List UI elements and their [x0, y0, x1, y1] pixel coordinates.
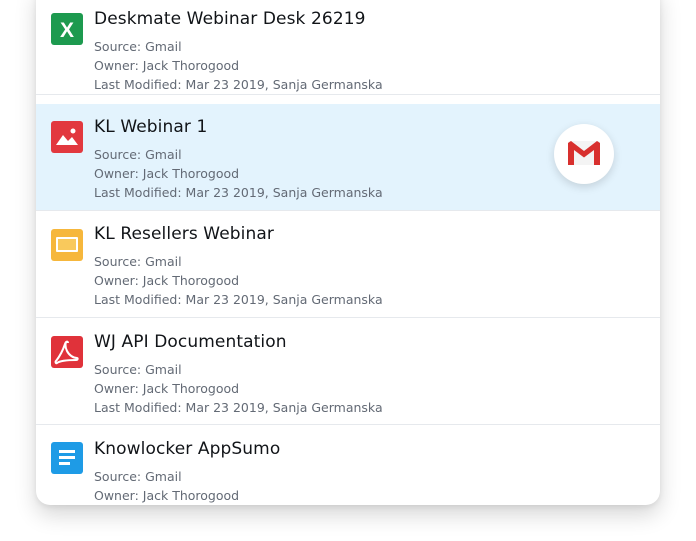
file-title: WJ API Documentation: [94, 332, 287, 352]
document-icon: [51, 442, 83, 474]
slides-icon: [51, 229, 83, 261]
list-item-deskmate[interactable]: X Deskmate Webinar Desk 26219 Source: Gm…: [36, 0, 660, 95]
file-list-card: X Deskmate Webinar Desk 26219 Source: Gm…: [36, 0, 660, 505]
file-source: Source: Gmail: [94, 469, 182, 484]
file-owner: Owner: Jack Thorogood: [94, 273, 240, 288]
svg-text:X: X: [60, 19, 74, 42]
file-owner: Owner: Jack Thorogood: [94, 166, 240, 181]
file-last-modified: Last Modified: Mar 23 2019, Sanja German…: [94, 400, 383, 415]
file-title: Knowlocker AppSumo: [94, 439, 281, 459]
list-item-wj-api[interactable]: WJ API Documentation Source: Gmail Owner…: [36, 318, 660, 425]
gmail-icon: [568, 141, 600, 165]
image-icon: [51, 121, 83, 153]
file-last-modified: Last Modified: Mar 23 2019, Sanja German…: [94, 292, 383, 307]
list-item-kl-resellers[interactable]: KL Resellers Webinar Source: Gmail Owner…: [36, 211, 660, 318]
list-item-kl-webinar-1[interactable]: KL Webinar 1 Source: Gmail Owner: Jack T…: [36, 104, 660, 211]
file-title: KL Webinar 1: [94, 117, 208, 137]
file-source: Source: Gmail: [94, 39, 182, 54]
file-title: Deskmate Webinar Desk 26219: [94, 9, 366, 29]
list-item-knowlocker[interactable]: Knowlocker AppSumo Source: Gmail Owner: …: [36, 426, 660, 505]
file-owner: Owner: Jack Thorogood: [94, 381, 240, 396]
file-source: Source: Gmail: [94, 362, 182, 377]
file-source: Source: Gmail: [94, 147, 182, 162]
gmail-source-badge[interactable]: [554, 124, 614, 184]
file-title: KL Resellers Webinar: [94, 224, 274, 244]
file-list: X Deskmate Webinar Desk 26219 Source: Gm…: [36, 0, 660, 505]
file-owner: Owner: Jack Thorogood: [94, 58, 240, 73]
file-source: Source: Gmail: [94, 254, 182, 269]
pdf-icon: [51, 336, 83, 368]
file-last-modified: Last Modified: Mar 23 2019, Sanja German…: [94, 185, 383, 200]
excel-icon: X: [51, 13, 83, 45]
file-last-modified: Last Modified: Mar 23 2019, Sanja German…: [94, 77, 383, 92]
file-owner: Owner: Jack Thorogood: [94, 488, 240, 503]
